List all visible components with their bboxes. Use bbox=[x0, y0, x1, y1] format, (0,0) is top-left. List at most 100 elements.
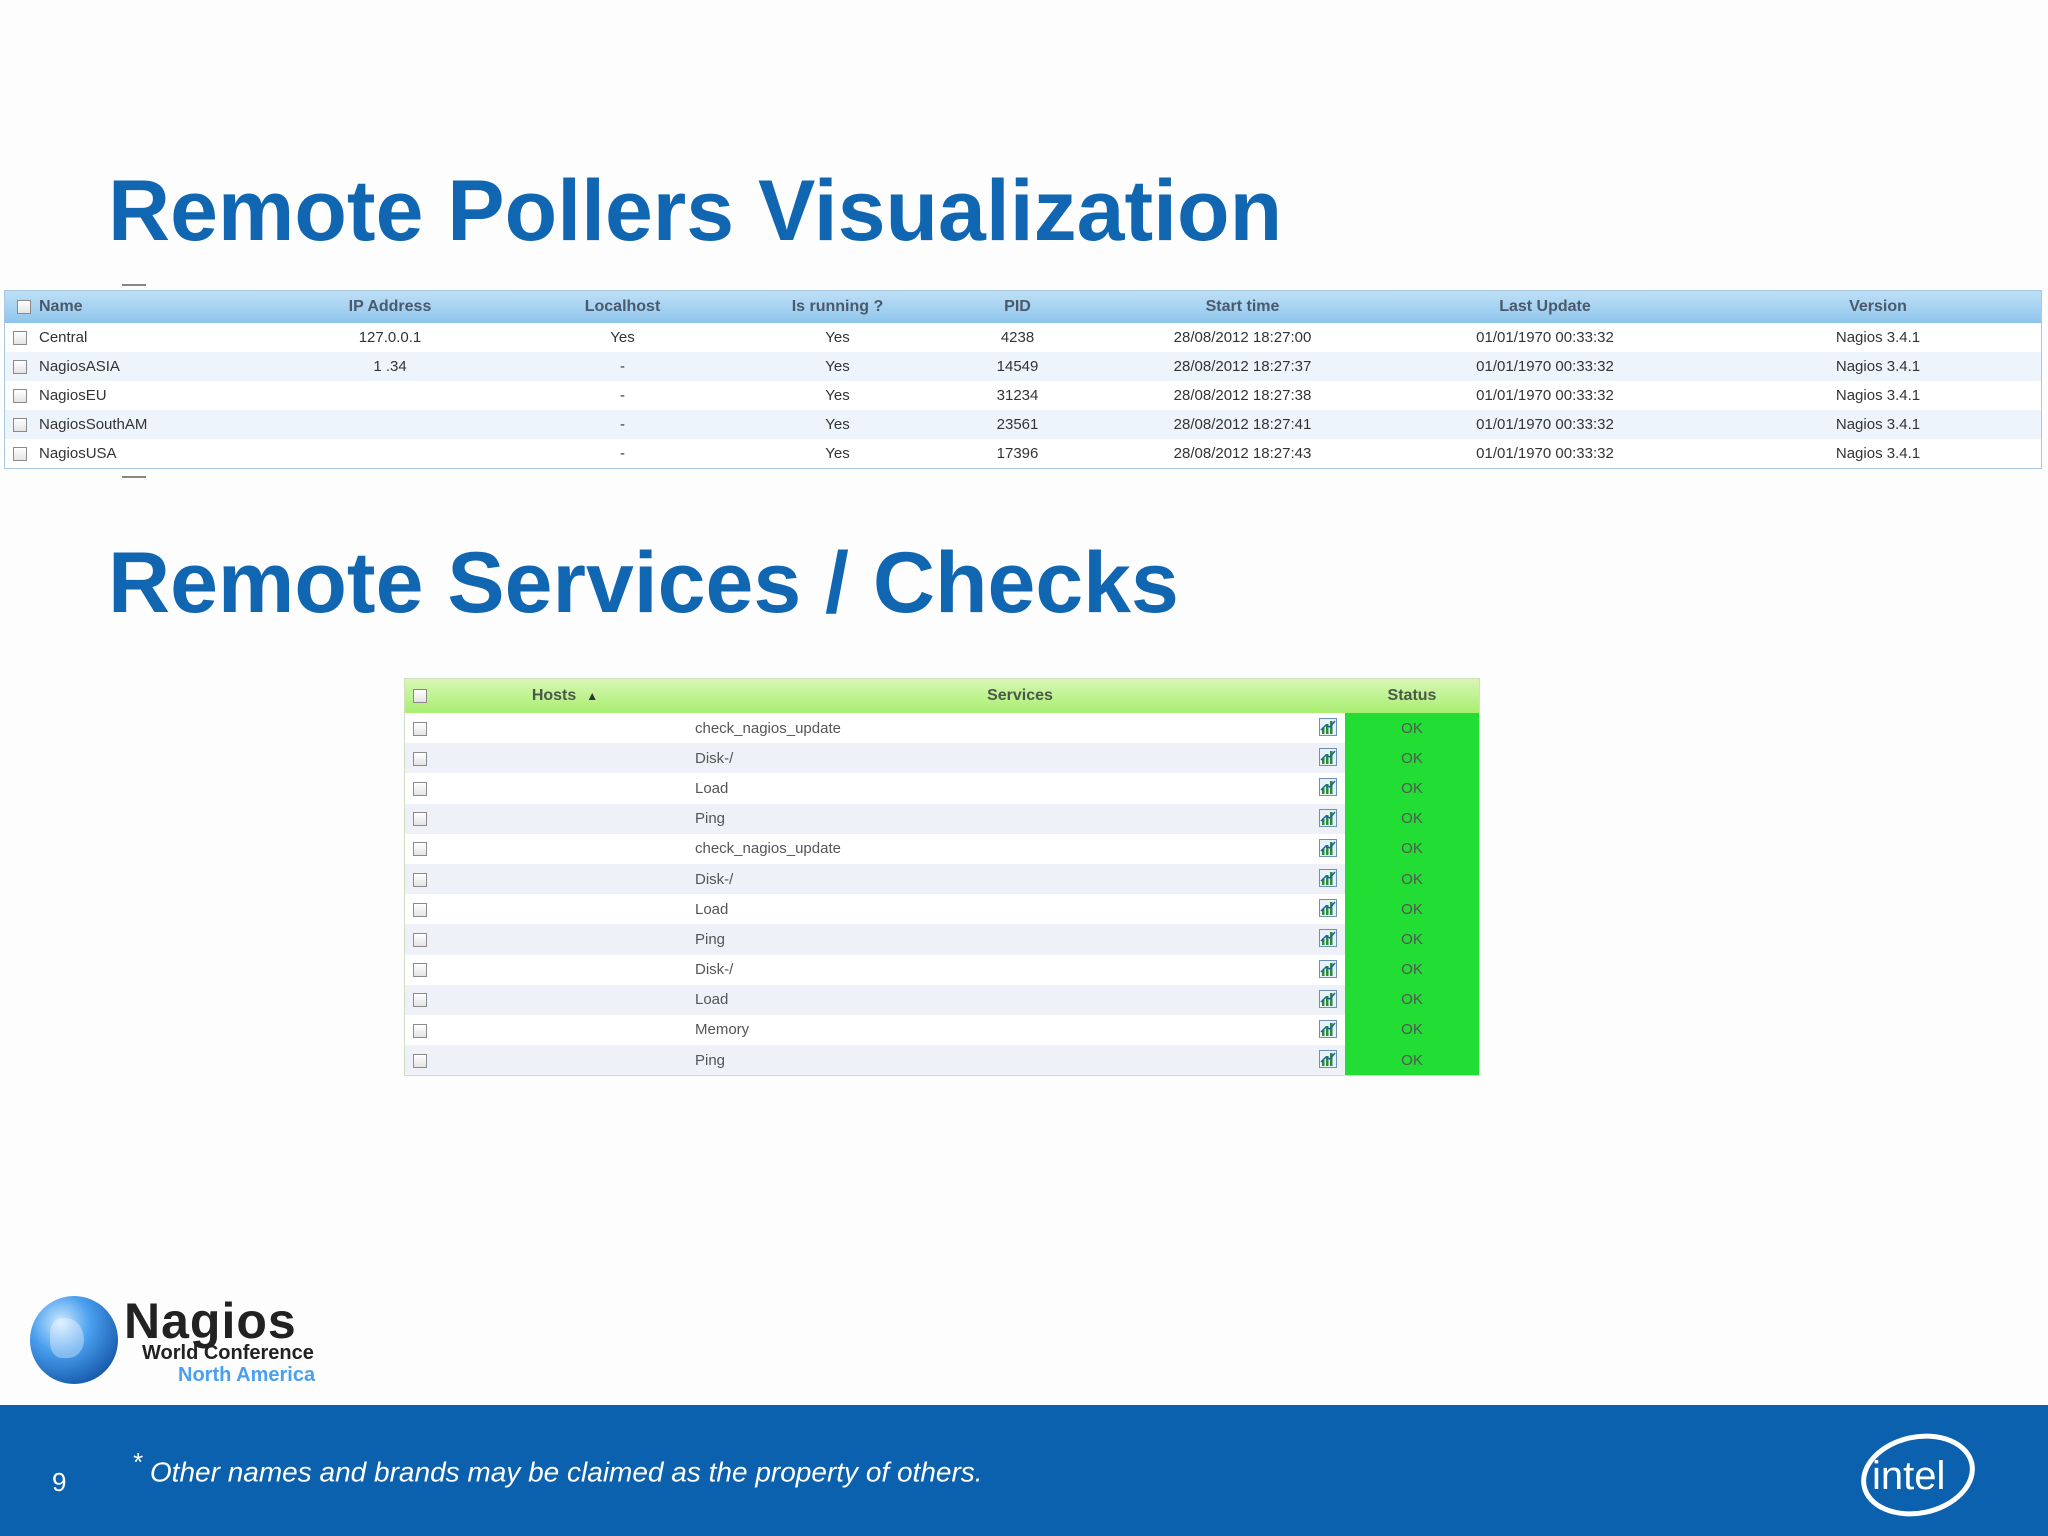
graph-icon[interactable] bbox=[1319, 1050, 1337, 1069]
row-checkbox[interactable] bbox=[413, 1053, 427, 1068]
service-name[interactable]: Ping bbox=[695, 810, 725, 827]
service-row[interactable]: Ping OK bbox=[405, 924, 1479, 955]
graph-icon[interactable] bbox=[1319, 778, 1337, 797]
col-select[interactable] bbox=[405, 679, 435, 713]
service-name[interactable]: Disk-/ bbox=[695, 750, 733, 767]
service-name[interactable]: Memory bbox=[695, 1021, 749, 1038]
service-name[interactable]: Disk-/ bbox=[695, 871, 733, 888]
host-name[interactable] bbox=[435, 713, 695, 743]
service-row[interactable]: Memory OK bbox=[405, 1014, 1479, 1046]
row-checkbox[interactable] bbox=[13, 447, 27, 462]
poller-row[interactable]: NagiosUSA - Yes 17396 28/08/2012 18:27:43 01/… bbox=[5, 439, 2041, 468]
row-checkbox[interactable] bbox=[413, 963, 427, 978]
col-ip[interactable]: IP Address bbox=[285, 291, 495, 323]
service-row[interactable]: Load OK bbox=[405, 773, 1479, 804]
service-name[interactable]: check_nagios_update bbox=[695, 720, 841, 737]
host-name[interactable] bbox=[435, 924, 695, 955]
col-running[interactable]: Is running ? bbox=[750, 291, 925, 323]
poller-row[interactable]: Central 127.0.0.1 Yes Yes 4238 28/08/2012 18:… bbox=[5, 323, 2041, 352]
row-checkbox[interactable] bbox=[413, 721, 427, 736]
service-row[interactable]: Disk-/ OK bbox=[405, 954, 1479, 985]
row-checkbox[interactable] bbox=[413, 782, 427, 796]
col-hosts[interactable]: Hosts ▲ bbox=[435, 679, 695, 713]
row-checkbox[interactable] bbox=[413, 1023, 427, 1038]
graph-icon[interactable] bbox=[1319, 748, 1337, 767]
col-name-label: Name bbox=[39, 298, 83, 315]
host-name[interactable] bbox=[435, 863, 695, 895]
service-row[interactable]: Ping OK bbox=[405, 1045, 1479, 1076]
select-cell bbox=[405, 984, 435, 1015]
row-checkbox[interactable] bbox=[413, 812, 427, 827]
host-name[interactable] bbox=[435, 1045, 695, 1076]
intel-logo-text: intel bbox=[1872, 1454, 1945, 1498]
poller-name-cell: NagiosUSA bbox=[5, 439, 285, 468]
host-name[interactable] bbox=[435, 894, 695, 924]
poller-row[interactable]: NagiosEU - Yes 31234 28/08/2012 18:27:38 01/0… bbox=[5, 381, 2041, 410]
graph-icon[interactable] bbox=[1319, 959, 1337, 978]
service-name[interactable]: Disk-/ bbox=[695, 961, 733, 978]
poller-row[interactable]: NagiosASIA 1 .34 - Yes 14549 28/08/2012 18:2… bbox=[5, 352, 2041, 381]
status-badge: OK bbox=[1345, 954, 1479, 985]
row-checkbox[interactable] bbox=[13, 389, 27, 404]
graph-icon[interactable] bbox=[1319, 838, 1337, 857]
status-badge: OK bbox=[1345, 924, 1479, 955]
service-cell: Load bbox=[695, 984, 1345, 1015]
sort-asc-icon[interactable]: ▲ bbox=[586, 689, 598, 703]
host-name[interactable] bbox=[435, 773, 695, 803]
graph-icon[interactable] bbox=[1319, 929, 1337, 948]
host-name[interactable] bbox=[435, 743, 695, 774]
footer-bar: 9 * Other names and brands may be claime… bbox=[0, 1405, 2048, 1536]
service-row[interactable]: check_nagios_update OK bbox=[405, 833, 1479, 864]
col-version[interactable]: Version bbox=[1715, 291, 2041, 323]
select-all-checkbox[interactable] bbox=[17, 299, 31, 314]
select-all-checkbox[interactable] bbox=[413, 688, 427, 703]
service-name[interactable]: Load bbox=[695, 780, 728, 797]
host-name[interactable] bbox=[435, 984, 695, 1015]
row-checkbox[interactable] bbox=[413, 993, 427, 1008]
col-pid[interactable]: PID bbox=[925, 291, 1110, 323]
row-checkbox[interactable] bbox=[13, 418, 27, 433]
poller-start: 28/08/2012 18:27:37 bbox=[1173, 358, 1312, 375]
status-badge: OK bbox=[1345, 833, 1479, 864]
poller-update: 01/01/1970 00:33:32 bbox=[1476, 329, 1614, 346]
graph-icon[interactable] bbox=[1319, 808, 1337, 827]
row-checkbox[interactable] bbox=[413, 932, 427, 947]
poller-row[interactable]: NagiosSouthAM - Yes 23561 28/08/2012 18:27:4… bbox=[5, 410, 2041, 439]
service-row[interactable]: Disk-/ OK bbox=[405, 863, 1479, 895]
row-checkbox[interactable] bbox=[413, 842, 427, 857]
service-name[interactable]: Ping bbox=[695, 1052, 725, 1069]
graph-icon[interactable] bbox=[1319, 899, 1337, 918]
row-checkbox[interactable] bbox=[13, 360, 27, 375]
row-checkbox[interactable] bbox=[413, 872, 427, 887]
nagios-logo: Nagios World Conference North America bbox=[30, 1292, 330, 1392]
graph-icon[interactable] bbox=[1319, 868, 1337, 887]
service-row[interactable]: Disk-/ OK bbox=[405, 743, 1479, 774]
col-services[interactable]: Services bbox=[695, 679, 1345, 713]
host-name[interactable] bbox=[435, 803, 695, 834]
poller-pid: 23561 bbox=[996, 416, 1039, 433]
service-row[interactable]: Load OK bbox=[405, 984, 1479, 1015]
service-row[interactable]: check_nagios_update OK bbox=[405, 713, 1479, 744]
row-checkbox[interactable] bbox=[413, 902, 427, 917]
service-row[interactable]: Load OK bbox=[405, 894, 1479, 925]
col-status[interactable]: Status bbox=[1345, 679, 1479, 713]
service-name[interactable]: Ping bbox=[695, 931, 725, 948]
row-checkbox[interactable] bbox=[13, 331, 27, 346]
graph-icon[interactable] bbox=[1319, 718, 1337, 737]
status-badge: OK bbox=[1345, 713, 1479, 744]
host-name[interactable] bbox=[435, 955, 695, 985]
host-name[interactable] bbox=[435, 1015, 695, 1045]
service-row[interactable]: Ping OK bbox=[405, 803, 1479, 834]
graph-icon[interactable] bbox=[1319, 989, 1337, 1008]
service-name[interactable]: check_nagios_update bbox=[695, 840, 841, 857]
host-name[interactable] bbox=[435, 834, 695, 864]
graph-icon[interactable] bbox=[1319, 1019, 1337, 1038]
col-name[interactable]: Name bbox=[5, 291, 285, 323]
service-name[interactable]: Load bbox=[695, 901, 728, 918]
row-checkbox[interactable] bbox=[413, 751, 427, 766]
poller-ip: 127.0.0.1 bbox=[358, 329, 422, 346]
service-name[interactable]: Load bbox=[695, 991, 728, 1008]
col-start-time[interactable]: Start time bbox=[1110, 291, 1375, 323]
col-last-update[interactable]: Last Update bbox=[1375, 291, 1715, 323]
col-localhost[interactable]: Localhost bbox=[495, 291, 750, 323]
